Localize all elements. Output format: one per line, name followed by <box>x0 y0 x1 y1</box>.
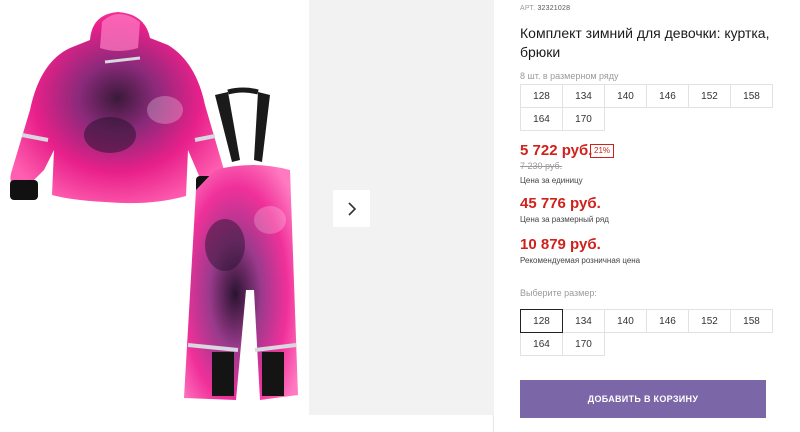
product-title: Комплект зимний для девочки: куртка, брю… <box>520 25 770 60</box>
article-label: АРТ. <box>520 5 536 12</box>
size-picker-label: Выберите размер: <box>520 288 597 298</box>
discount-badge: 21% <box>590 144 615 158</box>
size-option-158[interactable]: 158 <box>730 309 773 333</box>
jacket-image <box>10 12 225 204</box>
product-gallery <box>0 0 494 432</box>
add-to-cart-button[interactable]: ДОБАВИТЬ В КОРЗИНУ <box>520 380 766 418</box>
price-rrp: 10 879 руб. <box>520 236 601 253</box>
pack-size-158: 158 <box>730 84 773 108</box>
size-option-152[interactable]: 152 <box>688 309 731 333</box>
pack-size-170: 170 <box>562 107 605 131</box>
size-option-128[interactable]: 128 <box>520 309 563 333</box>
size-option-170[interactable]: 170 <box>562 332 605 356</box>
size-option-140[interactable]: 140 <box>604 309 647 333</box>
size-picker-grid: 128 134 140 146 152 158 164 170 <box>520 309 773 356</box>
price-row: 45 776 руб. <box>520 195 601 212</box>
pack-size-134: 134 <box>562 84 605 108</box>
size-option-134[interactable]: 134 <box>562 309 605 333</box>
pack-size-grid: 128 134 140 146 152 158 164 170 <box>520 84 773 131</box>
pack-size-146: 146 <box>646 84 689 108</box>
product-photo[interactable] <box>0 0 308 415</box>
article-value: 32321028 <box>537 5 571 12</box>
price-current: 5 722 руб. <box>520 142 593 159</box>
chevron-right-icon <box>347 201 356 216</box>
pack-note: 8 шт. в размерном ряду <box>520 71 619 81</box>
pack-size-164: 164 <box>520 107 563 131</box>
size-option-164[interactable]: 164 <box>520 332 563 356</box>
unit-price-label: Цена за единицу <box>520 176 583 185</box>
pack-size-128: 128 <box>520 84 563 108</box>
rrp-label: Рекомендуемая розничная цена <box>520 256 641 265</box>
size-option-146[interactable]: 146 <box>646 309 689 333</box>
pack-size-140: 140 <box>604 84 647 108</box>
article-number: АРТ. 32321028 <box>520 5 570 12</box>
pack-size-152: 152 <box>688 84 731 108</box>
price-old: 7 230 руб. <box>520 161 563 171</box>
gallery-next-button[interactable] <box>333 190 370 227</box>
row-price-label: Цена за размерный ряд <box>520 215 609 224</box>
